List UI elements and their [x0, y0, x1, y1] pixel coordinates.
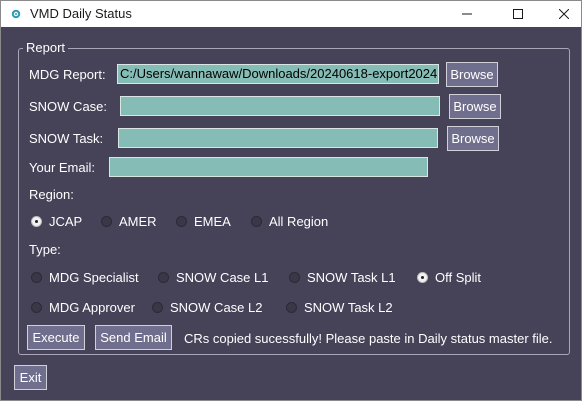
type-option-mdg-approver[interactable]: MDG Approver: [31, 300, 135, 315]
radio-icon: [31, 302, 42, 313]
region-option-all[interactable]: All Region: [251, 214, 328, 229]
type-option-label: SNOW Case L2: [170, 300, 263, 315]
client-area: Report MDG Report: C:/Users/wannawaw/Dow…: [1, 27, 581, 400]
status-message: CRs copied sucessfully! Please paste in …: [184, 331, 553, 346]
radio-icon: [31, 272, 42, 283]
report-frame-label: Report: [23, 40, 69, 55]
type-option-label: MDG Approver: [49, 300, 135, 315]
snow-case-field[interactable]: [120, 96, 440, 116]
region-label: Region:: [29, 187, 74, 202]
execute-button[interactable]: Execute: [27, 325, 85, 350]
type-label: Type:: [29, 242, 61, 257]
window-title: VMD Daily Status: [30, 6, 132, 21]
radio-icon: [158, 272, 169, 283]
type-option-snow-task-l1[interactable]: SNOW Task L1: [289, 270, 396, 285]
region-option-amer[interactable]: AMER: [101, 214, 157, 229]
mdg-report-browse-button[interactable]: Browse: [446, 62, 498, 87]
snow-case-label: SNOW Case:: [29, 99, 108, 114]
type-option-label: MDG Specialist: [49, 270, 139, 285]
snow-case-browse-button[interactable]: Browse: [449, 94, 501, 119]
type-option-off-split[interactable]: Off Split: [417, 270, 481, 285]
radio-selected-icon: [417, 272, 428, 283]
snow-task-label: SNOW Task:: [29, 131, 104, 146]
region-option-label: All Region: [269, 214, 329, 229]
close-icon: [559, 9, 569, 19]
mdg-report-label: MDG Report:: [29, 67, 106, 82]
close-button[interactable]: [541, 1, 582, 27]
type-option-label: SNOW Task L2: [304, 300, 393, 315]
radio-icon: [101, 216, 112, 227]
region-option-label: EMEA: [194, 214, 231, 229]
radio-selected-icon: [31, 216, 42, 227]
minimize-button[interactable]: [444, 1, 490, 27]
type-option-label: SNOW Task L1: [307, 270, 396, 285]
mdg-report-field[interactable]: C:/Users/wannawaw/Downloads/20240618-exp…: [117, 64, 439, 84]
snow-task-browse-button[interactable]: Browse: [447, 126, 499, 151]
radio-icon: [286, 302, 297, 313]
title-bar[interactable]: VMD Daily Status: [1, 1, 581, 27]
type-option-label: Off Split: [435, 270, 482, 285]
radio-icon: [176, 216, 187, 227]
maximize-button[interactable]: [495, 1, 541, 27]
type-option-snow-task-l2[interactable]: SNOW Task L2: [286, 300, 393, 315]
minimize-icon: [462, 13, 472, 15]
send-email-button[interactable]: Send Email: [95, 325, 172, 350]
region-option-label: JCAP: [49, 214, 83, 229]
radio-icon: [251, 216, 262, 227]
radio-icon: [152, 302, 163, 313]
type-option-snow-case-l1[interactable]: SNOW Case L1: [158, 270, 268, 285]
snow-task-field[interactable]: [118, 128, 438, 148]
region-option-jcap[interactable]: JCAP: [31, 214, 82, 229]
app-icon: [9, 7, 23, 21]
email-label: Your Email:: [29, 160, 95, 175]
app-window: VMD Daily Status Report MDG Report: C:/U…: [0, 0, 582, 401]
radio-icon: [289, 272, 300, 283]
type-option-snow-case-l2[interactable]: SNOW Case L2: [152, 300, 262, 315]
maximize-icon: [513, 9, 523, 19]
type-option-label: SNOW Case L1: [176, 270, 269, 285]
exit-button[interactable]: Exit: [14, 365, 47, 390]
email-field[interactable]: [109, 157, 428, 177]
type-option-mdg-specialist[interactable]: MDG Specialist: [31, 270, 139, 285]
region-option-label: AMER: [119, 214, 157, 229]
region-option-emea[interactable]: EMEA: [176, 214, 231, 229]
